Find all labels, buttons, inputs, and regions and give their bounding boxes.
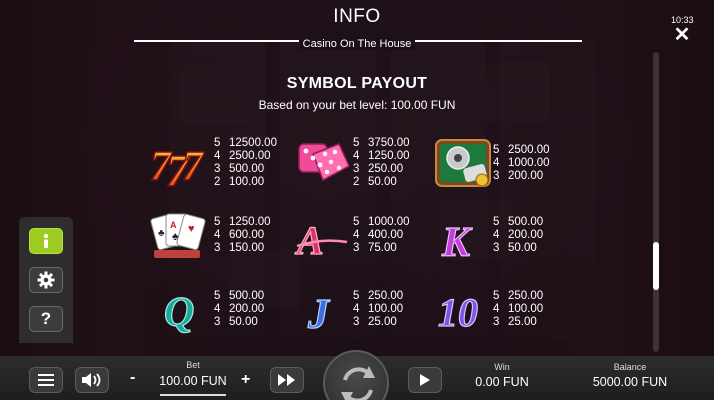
menu-button[interactable] (29, 367, 63, 393)
gear-icon (37, 271, 55, 289)
svg-text:♣: ♣ (158, 228, 165, 239)
section-title: SYMBOL PAYOUT (286, 75, 428, 92)
payout-dice: 5 3750.00 4 1250.00 3 250.00 2 50.00 (353, 137, 410, 188)
autoplay-button[interactable] (408, 367, 442, 393)
fast-play-button[interactable] (270, 367, 304, 393)
symbol-sevens-icon: 7 7 7 (148, 134, 208, 197)
balance-value: 5000.00 FUN (592, 375, 668, 389)
play-icon (420, 374, 430, 386)
settings-tab-button[interactable] (29, 267, 63, 293)
scrollbar-thumb[interactable] (653, 242, 659, 290)
win-label: Win (494, 362, 510, 372)
svg-text:Q: Q (164, 290, 194, 336)
sound-button[interactable] (75, 367, 109, 393)
payout-a: 5 1000.00 4 400.00 3 75.00 (353, 216, 410, 254)
info-side-panel: ? (19, 217, 73, 343)
svg-text:K: K (441, 220, 473, 266)
bet-increase-button[interactable]: + (241, 371, 250, 389)
payout-k: 5 500.00 4 200.00 3 50.00 (493, 216, 544, 254)
game-name: Casino On The House (298, 38, 416, 50)
payout-ten: 5 250.00 4 100.00 3 25.00 (493, 290, 544, 328)
bet-value: 100.00 FUN (159, 374, 227, 388)
symbol-letter-j-icon: J (298, 284, 358, 340)
speaker-icon (82, 373, 101, 387)
svg-text:♠: ♠ (172, 229, 179, 243)
bet-underline (160, 394, 226, 396)
symbol-dice-icon (293, 136, 353, 192)
info-icon (43, 233, 49, 248)
svg-text:♥: ♥ (188, 223, 195, 235)
symbol-letter-a-icon: A (293, 212, 353, 268)
spin-arrows-icon (341, 366, 375, 400)
symbol-letter-k-icon: K (434, 212, 494, 268)
page-title: INFO (333, 6, 381, 27)
payout-roulette: 5 2500.00 4 1000.00 3 200.00 (493, 144, 550, 182)
close-icon[interactable]: ✕ (673, 25, 691, 45)
payout-j: 5 250.00 4 100.00 3 25.00 (353, 290, 404, 328)
symbol-cards-icon: A ♠ ♥ ♣ (150, 208, 210, 264)
bet-label: Bet (186, 360, 200, 370)
payout-sevens: 5 12500.00 4 2500.00 3 500.00 2 100.00 (214, 137, 277, 188)
payout-q: 5 500.00 4 200.00 3 50.00 (214, 290, 265, 328)
svg-text:10: 10 (438, 290, 478, 335)
spin-button[interactable] (323, 350, 389, 400)
svg-text:J: J (307, 292, 331, 338)
scrollbar[interactable] (653, 52, 659, 352)
question-mark-icon: ? (40, 309, 52, 328)
bet-decrease-button[interactable]: - (130, 369, 135, 387)
win-value: 0.00 FUN (475, 375, 529, 389)
svg-text:7: 7 (182, 144, 205, 190)
symbol-ten-icon: 10 (436, 284, 496, 340)
info-tab-button[interactable] (29, 228, 63, 254)
balance-label: Balance (613, 362, 647, 372)
symbol-letter-q-icon: Q (158, 284, 218, 340)
hamburger-menu-icon (38, 374, 54, 386)
payout-cards: 5 1250.00 4 600.00 3 150.00 (214, 216, 271, 254)
section-subtitle: Based on your bet level: 100.00 FUN (258, 98, 456, 112)
help-tab-button[interactable]: ? (29, 306, 63, 332)
fast-forward-icon (278, 374, 295, 386)
symbol-roulette-icon (434, 138, 494, 194)
